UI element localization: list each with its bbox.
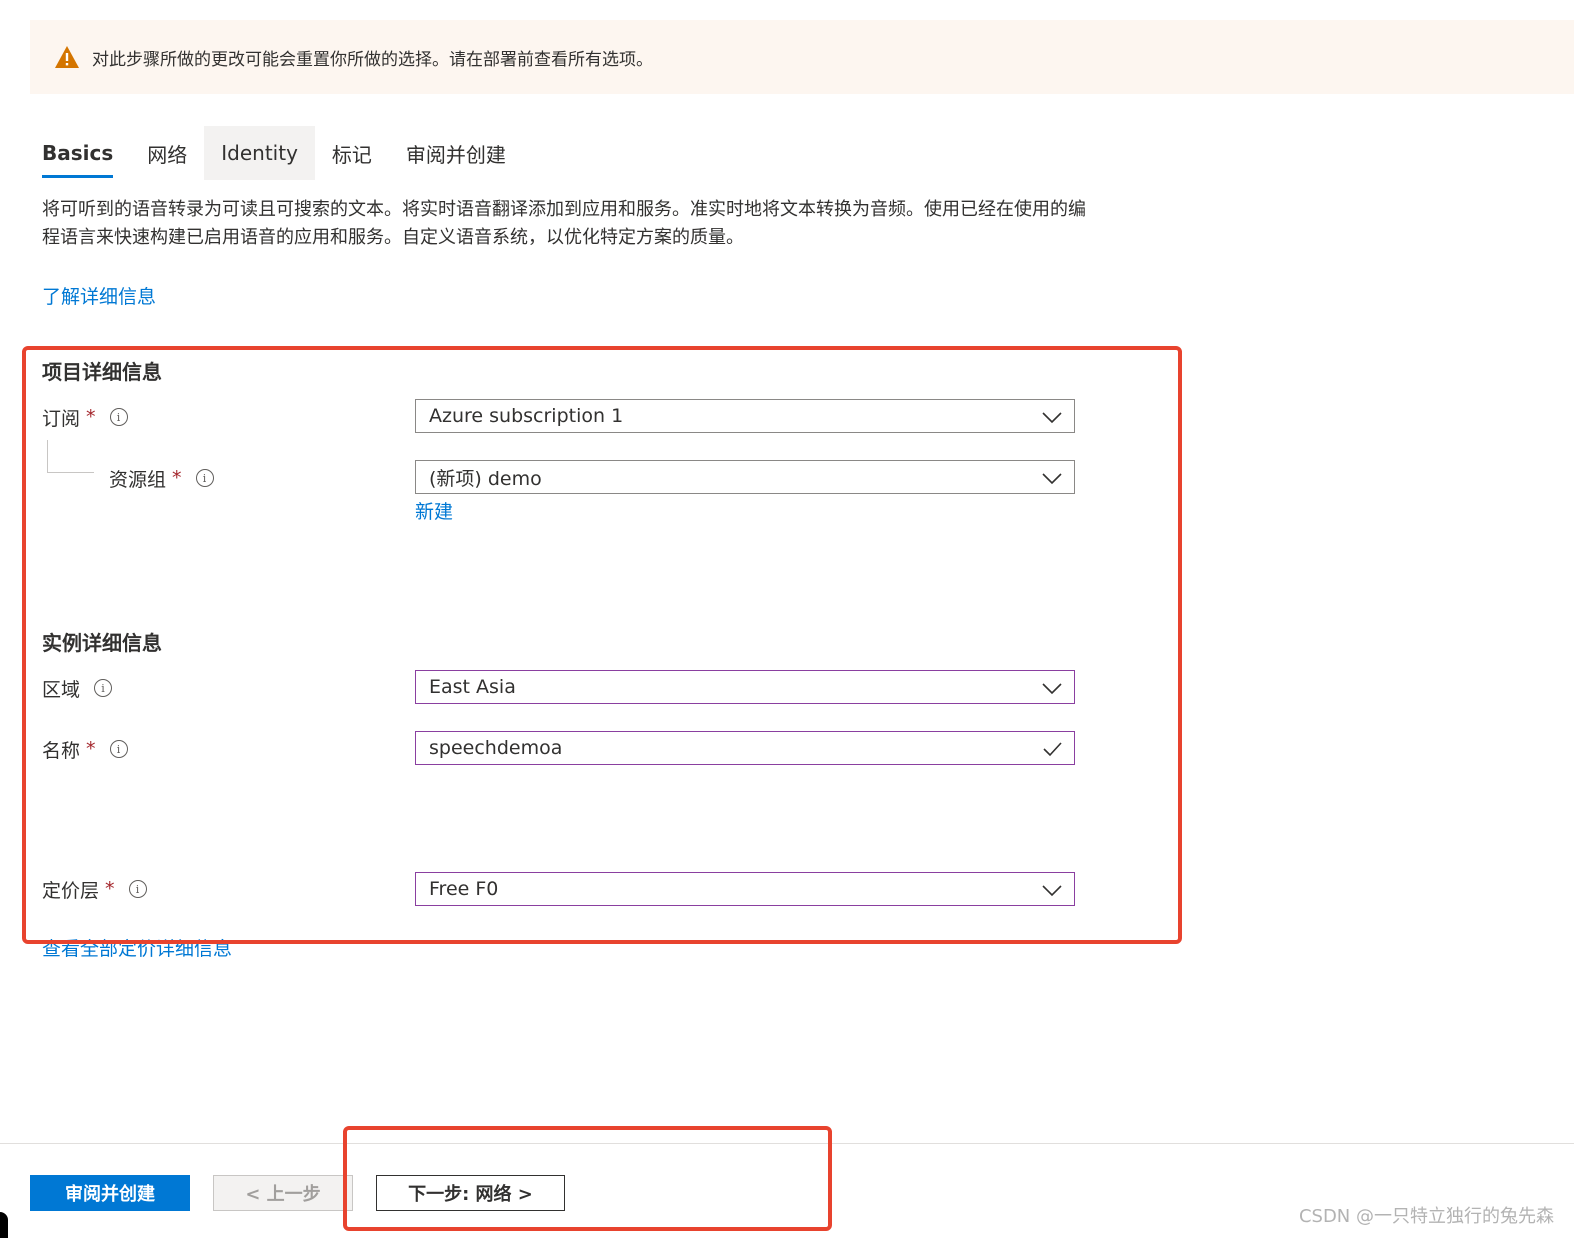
tab-bar: Basics 网络 Identity 标记 审阅并创建 [42, 126, 523, 180]
warning-text: 对此步骤所做的更改可能会重置你所做的选择。请在部署前查看所有选项。 [92, 49, 653, 70]
tab-basics[interactable]: Basics [42, 126, 130, 180]
review-create-button[interactable]: 审阅并创建 [30, 1175, 190, 1211]
highlight-box-form [22, 346, 1182, 944]
watermark: CSDN @一只特立独行的兔先森 [1298, 1206, 1554, 1227]
tab-review-create[interactable]: 审阅并创建 [389, 126, 523, 180]
window-corner [0, 1212, 8, 1238]
service-description: 将可听到的语音转录为可读且可搜索的文本。将实时语音翻译添加到应用和服务。准实时地… [42, 199, 1086, 248]
tab-networking[interactable]: 网络 [130, 126, 204, 180]
learn-more-link[interactable]: 了解详细信息 [42, 282, 156, 309]
tab-identity[interactable]: Identity [204, 126, 315, 180]
warning-icon [55, 46, 79, 68]
tab-tags[interactable]: 标记 [315, 126, 389, 180]
warning-banner: 对此步骤所做的更改可能会重置你所做的选择。请在部署前查看所有选项。 [30, 20, 1574, 94]
previous-button[interactable]: < 上一步 [213, 1175, 353, 1211]
highlight-box-next [343, 1126, 832, 1231]
